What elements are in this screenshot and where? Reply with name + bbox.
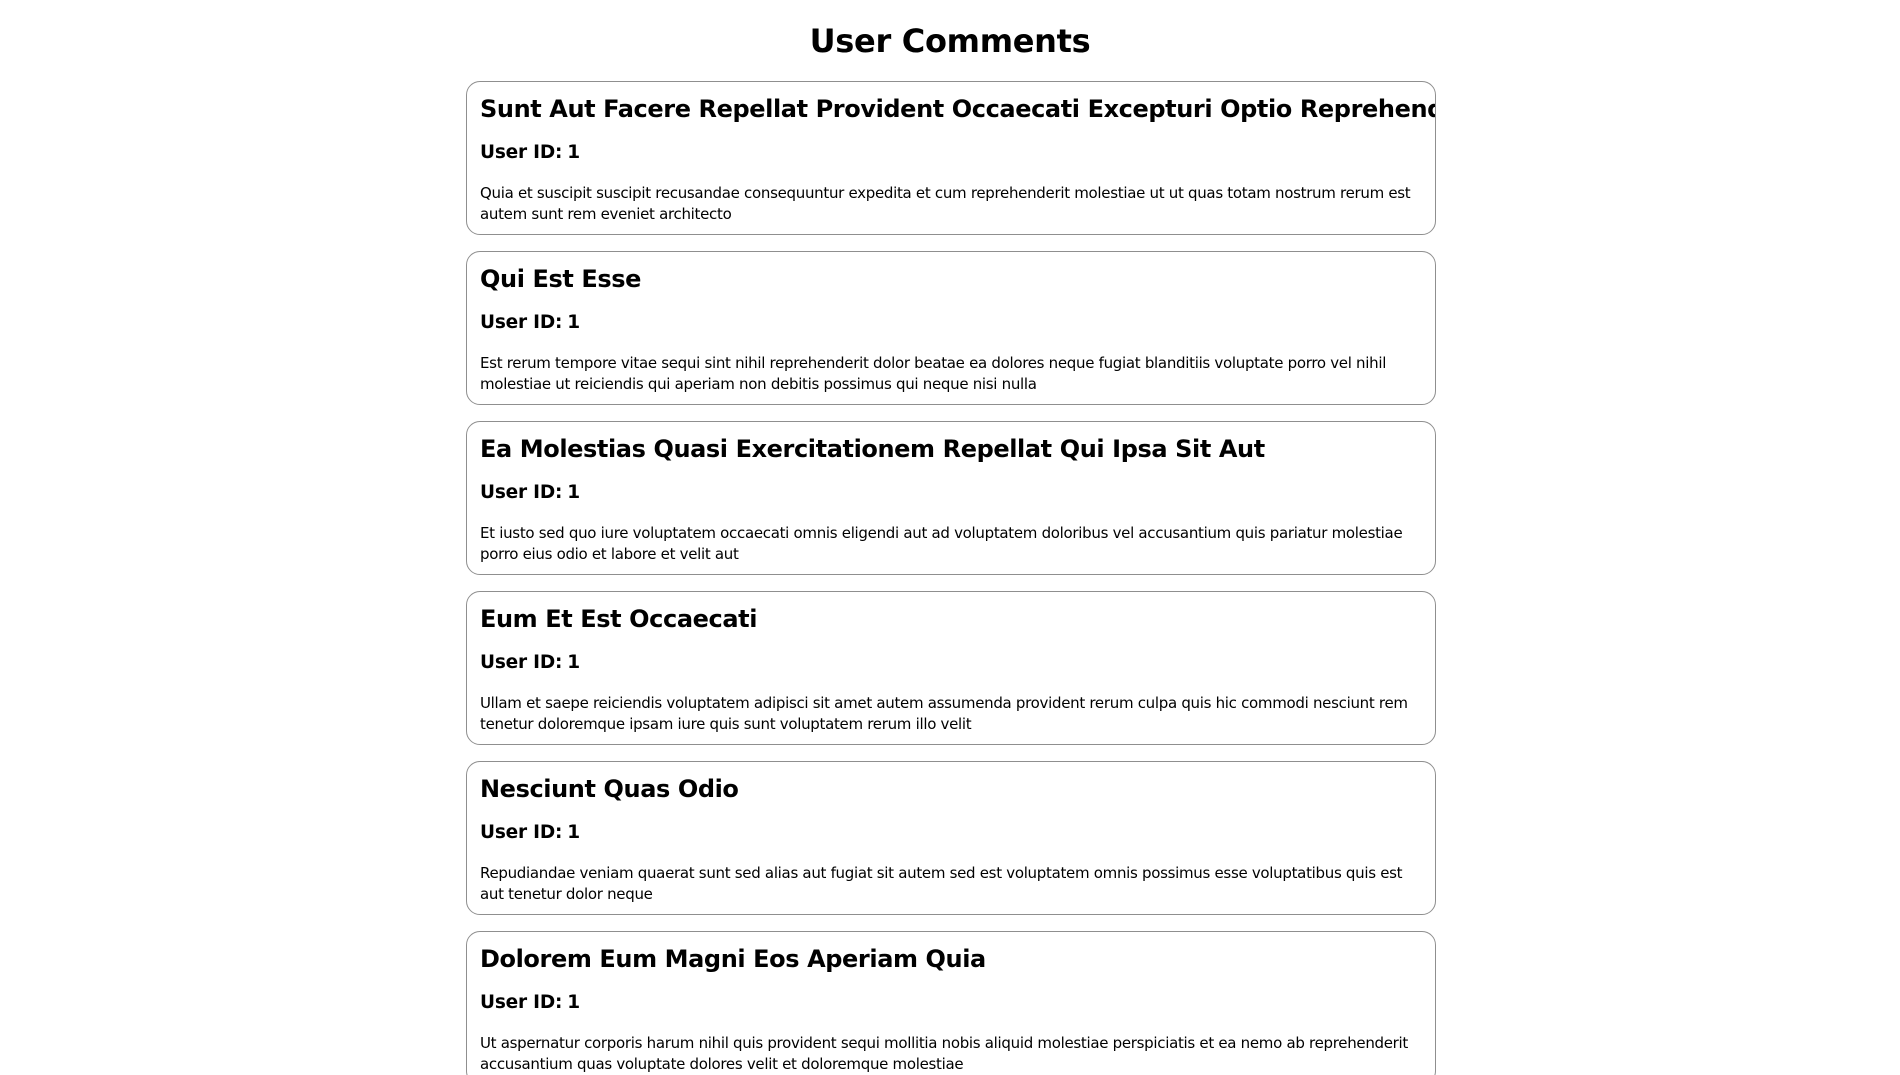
user-id-value: 1 <box>567 822 580 843</box>
comment-title: Nesciunt Quas Odio <box>480 775 739 803</box>
comment-body: Et iusto sed quo iure voluptatem occaeca… <box>480 524 1403 563</box>
user-id-label: User ID: <box>480 992 563 1013</box>
comment-card: Nesciunt Quas Odio User ID: 1 Repudiandae… <box>466 761 1436 915</box>
comment-user-id: User ID: 1 <box>480 482 1422 504</box>
comment-user-id: User ID: 1 <box>480 312 1422 334</box>
user-id-value: 1 <box>567 312 580 333</box>
comment-card: Eum Et Est Occaecati User ID: 1 Ullam et … <box>466 591 1436 745</box>
page: User Comments Sunt Aut Facere Repellat P… <box>0 0 1900 1075</box>
comment-title: Eum Et Est Occaecati <box>480 605 758 633</box>
user-id-value: 1 <box>567 652 580 673</box>
page-title: User Comments <box>809 22 1091 60</box>
comment-body: Repudiandae veniam quaerat sunt sed alia… <box>480 864 1403 903</box>
comment-body: Ut aspernatur corporis harum nihil quis … <box>480 1034 1408 1073</box>
user-id-label: User ID: <box>480 652 563 673</box>
comment-user-id: User ID: 1 <box>480 652 1422 674</box>
comment-body: Ullam et saepe reiciendis voluptatem adi… <box>480 694 1408 733</box>
user-id-value: 1 <box>567 142 580 163</box>
user-id-label: User ID: <box>480 142 563 163</box>
comment-card: Sunt Aut Facere Repellat Provident Occae… <box>466 81 1436 235</box>
comment-card: Qui Est Esse User ID: 1 Est rerum tempore… <box>466 251 1436 405</box>
comment-card: Dolorem Eum Magni Eos Aperiam Quia User … <box>466 931 1436 1075</box>
comment-title: Ea Molestias Quasi Exercitationem Repell… <box>480 435 1265 463</box>
comment-user-id: User ID: 1 <box>480 822 1422 844</box>
comments-list: Sunt Aut Facere Repellat Provident Occae… <box>466 81 1436 1075</box>
user-id-value: 1 <box>567 482 580 503</box>
comment-title: Dolorem Eum Magni Eos Aperiam Quia <box>480 945 986 973</box>
user-id-label: User ID: <box>480 482 563 503</box>
comment-card: Ea Molestias Quasi Exercitationem Repell… <box>466 421 1436 575</box>
comment-body: Quia et suscipit suscipit recusandae con… <box>480 184 1411 223</box>
user-id-label: User ID: <box>480 312 563 333</box>
user-id-label: User ID: <box>480 822 563 843</box>
comment-user-id: User ID: 1 <box>480 992 1422 1014</box>
comment-body: Est rerum tempore vitae sequi sint nihil… <box>480 354 1387 393</box>
comment-title: Qui Est Esse <box>480 265 642 293</box>
comment-user-id: User ID: 1 <box>480 142 1422 164</box>
user-id-value: 1 <box>567 992 580 1013</box>
comment-title: Sunt Aut Facere Repellat Provident Occae… <box>480 95 1436 123</box>
